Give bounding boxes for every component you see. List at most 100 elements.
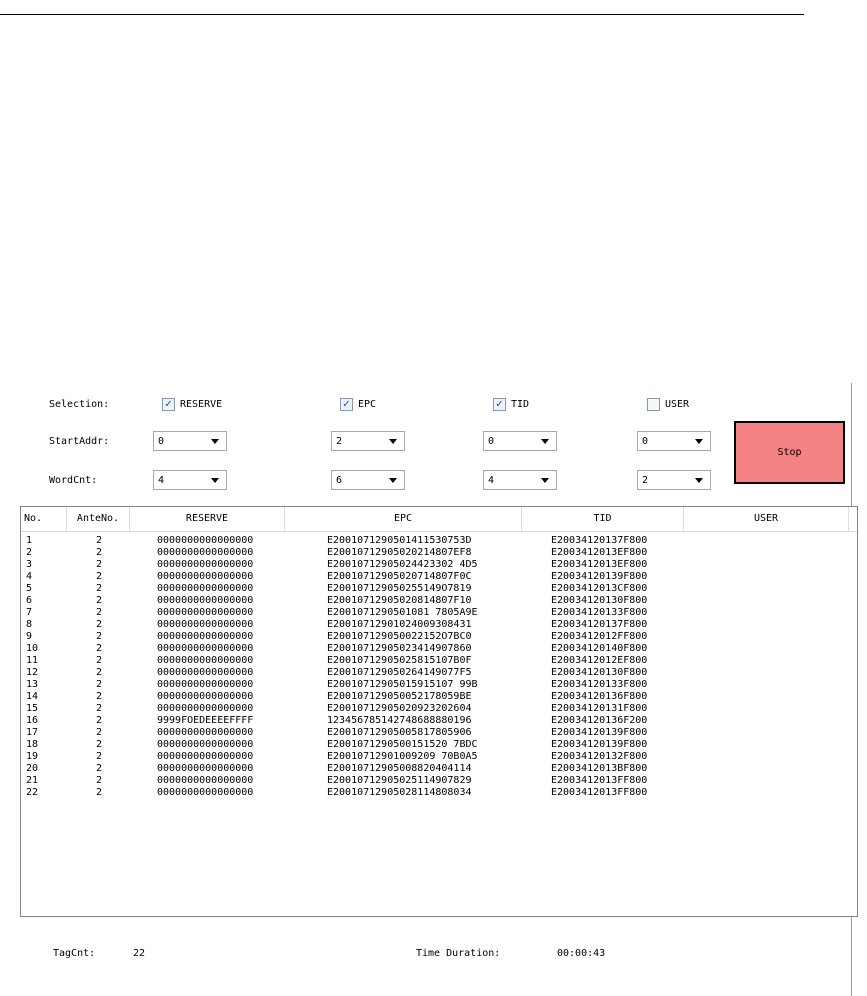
cell-reserve: 0000000000000000	[157, 703, 254, 714]
chevron-down-icon	[541, 477, 549, 483]
cell-tid: E20034120133F800	[551, 679, 648, 690]
table-row[interactable]: 10 2 0000000000000000 E20010712905023414907…	[21, 643, 857, 655]
tid-wordcnt-select[interactable]: 4	[483, 470, 557, 490]
table-row[interactable]: 20 2 0000000000000000 E20010712905008820404…	[21, 763, 857, 775]
cell-epc: E20010712905005817805906	[327, 727, 472, 738]
cell-reserve: 0000000000000000	[157, 559, 254, 570]
table-row[interactable]: 21 2 0000000000000000 E20010712905025114907…	[21, 775, 857, 787]
cell-reserve: 0000000000000000	[157, 547, 254, 558]
cell-no: 12	[26, 667, 39, 678]
table-row[interactable]: 13 2 0000000000000000 E20010712905015915107…	[21, 679, 857, 691]
cell-anteno: 2	[96, 667, 103, 678]
cell-no: 10	[26, 643, 39, 654]
reserve-wordcnt-select[interactable]: 4	[153, 470, 227, 490]
table-row[interactable]: 17 2 0000000000000000 E20010712905005817805…	[21, 727, 857, 739]
table-row[interactable]: 9 2 0000000000000000 E200107129050022152O7B…	[21, 631, 857, 643]
cell-tid: E20034120130F800	[551, 595, 648, 606]
cell-reserve: 0000000000000000	[157, 571, 254, 582]
cell-epc: E2001071290501081 7805A9E	[327, 607, 478, 618]
col-header-tid[interactable]: TID	[522, 507, 684, 531]
cell-no: 3	[26, 559, 33, 570]
cell-epc: E20010712905020714807F0C	[327, 571, 472, 582]
chevron-down-icon	[211, 477, 219, 483]
cell-no: 4	[26, 571, 33, 582]
cell-anteno: 2	[96, 583, 103, 594]
cell-reserve: 0000000000000000	[157, 775, 254, 786]
startaddr-label: StartAddr:	[49, 436, 110, 447]
table-row[interactable]: 8 2 0000000000000000 E200107129010240093084…	[21, 619, 857, 631]
cell-no: 11	[26, 655, 39, 666]
cell-epc: E200107129050052178059BE	[327, 691, 472, 702]
tag-table[interactable]: No. AnteNo. RESERVE EPC TID USER 1 2 00000…	[20, 506, 858, 917]
table-row[interactable]: 7 2 0000000000000000 E2001071290501081 7805…	[21, 607, 857, 619]
chevron-down-icon	[695, 477, 703, 483]
epc-startaddr-select[interactable]: 2	[331, 431, 405, 451]
cell-reserve: 0000000000000000	[157, 763, 254, 774]
table-row[interactable]: 6 2 0000000000000000 E20010712905020814807F…	[21, 595, 857, 607]
cell-reserve: 0000000000000000	[157, 643, 254, 654]
cell-anteno: 2	[96, 643, 103, 654]
table-row[interactable]: 12 2 0000000000000000 E20010712905026414907…	[21, 667, 857, 679]
cell-epc: E20010712905023414907860	[327, 643, 472, 654]
table-row[interactable]: 22 2 0000000000000000 E20010712905028114808…	[21, 787, 857, 799]
time-duration-label: Time Duration:	[416, 948, 501, 959]
cell-tid: E20034120133F800	[551, 607, 648, 618]
chevron-down-icon	[695, 438, 703, 444]
cell-epc: E20010712905025815107B0F	[327, 655, 472, 666]
cell-anteno: 2	[96, 715, 103, 726]
table-row[interactable]: 1 2 0000000000000000 E200107129050141153075…	[21, 535, 857, 547]
user-wordcnt-select[interactable]: 2	[637, 470, 711, 490]
unchecked-box-icon	[647, 398, 660, 411]
table-row[interactable]: 14 2 0000000000000000 E20010712905005217805…	[21, 691, 857, 703]
cell-anteno: 2	[96, 535, 103, 546]
cell-no: 22	[26, 787, 39, 798]
cell-no: 9	[26, 631, 33, 642]
tid-checkbox[interactable]: ✓ TID	[493, 398, 529, 411]
select-value: 4	[158, 474, 165, 486]
cell-reserve: 0000000000000000	[157, 739, 254, 750]
table-row[interactable]: 18 2 0000000000000000 E2001071290500151520 …	[21, 739, 857, 751]
cell-epc: E200107129050264149077F5	[327, 667, 472, 678]
col-header-no[interactable]: No.	[21, 507, 67, 531]
reserve-checkbox[interactable]: ✓ RESERVE	[162, 398, 222, 411]
cell-epc: E20010712905028114808034	[327, 787, 472, 798]
cell-no: 19	[26, 751, 39, 762]
stop-button[interactable]: Stop	[734, 421, 845, 484]
epc-checkbox[interactable]: ✓ EPC	[340, 398, 376, 411]
cell-tid: E20034120139F800	[551, 739, 648, 750]
reserve-startaddr-select[interactable]: 0	[153, 431, 227, 451]
cell-anteno: 2	[96, 763, 103, 774]
cell-anteno: 2	[96, 691, 103, 702]
cell-anteno: 2	[96, 619, 103, 630]
table-header: No. AnteNo. RESERVE EPC TID USER	[21, 507, 857, 532]
user-startaddr-select[interactable]: 0	[637, 431, 711, 451]
cell-epc: E20010712905020814807F10	[327, 595, 472, 606]
select-value: 4	[488, 474, 495, 486]
cell-anteno: 2	[96, 787, 103, 798]
table-row[interactable]: 15 2 0000000000000000 E20010712905020923202…	[21, 703, 857, 715]
col-header-reserve[interactable]: RESERVE	[130, 507, 285, 531]
chevron-down-icon	[211, 438, 219, 444]
tid-startaddr-select[interactable]: 0	[483, 431, 557, 451]
cell-tid: E2003412013EF800	[551, 547, 648, 558]
table-row[interactable]: 19 2 0000000000000000 E20010712901009209 70…	[21, 751, 857, 763]
cell-reserve: 0000000000000000	[157, 631, 254, 642]
cell-tid: E20034120139F800	[551, 571, 648, 582]
cell-epc: E2001071290500151520 7BDC	[327, 739, 478, 750]
table-row[interactable]: 3 2 0000000000000000 E20010712905024423302 …	[21, 559, 857, 571]
col-header-epc[interactable]: EPC	[285, 507, 522, 531]
col-header-anteno[interactable]: AnteNo.	[67, 507, 130, 531]
cell-reserve: 0000000000000000	[157, 583, 254, 594]
col-header-user[interactable]: USER	[684, 507, 849, 531]
table-row[interactable]: 16 2 9999FOEDEEEEFFFF 123456785142748688880…	[21, 715, 857, 727]
user-checkbox[interactable]: USER	[647, 398, 689, 411]
table-row[interactable]: 5 2 0000000000000000 E200107129050255149O78…	[21, 583, 857, 595]
select-value: 0	[642, 435, 649, 447]
cell-reserve: 0000000000000000	[157, 607, 254, 618]
table-row[interactable]: 11 2 0000000000000000 E20010712905025815107…	[21, 655, 857, 667]
epc-wordcnt-select[interactable]: 6	[331, 470, 405, 490]
cell-reserve: 0000000000000000	[157, 691, 254, 702]
cell-tid: E20034120137F800	[551, 535, 648, 546]
table-row[interactable]: 4 2 0000000000000000 E20010712905020714807F…	[21, 571, 857, 583]
table-row[interactable]: 2 2 0000000000000000 E20010712905020214807E…	[21, 547, 857, 559]
